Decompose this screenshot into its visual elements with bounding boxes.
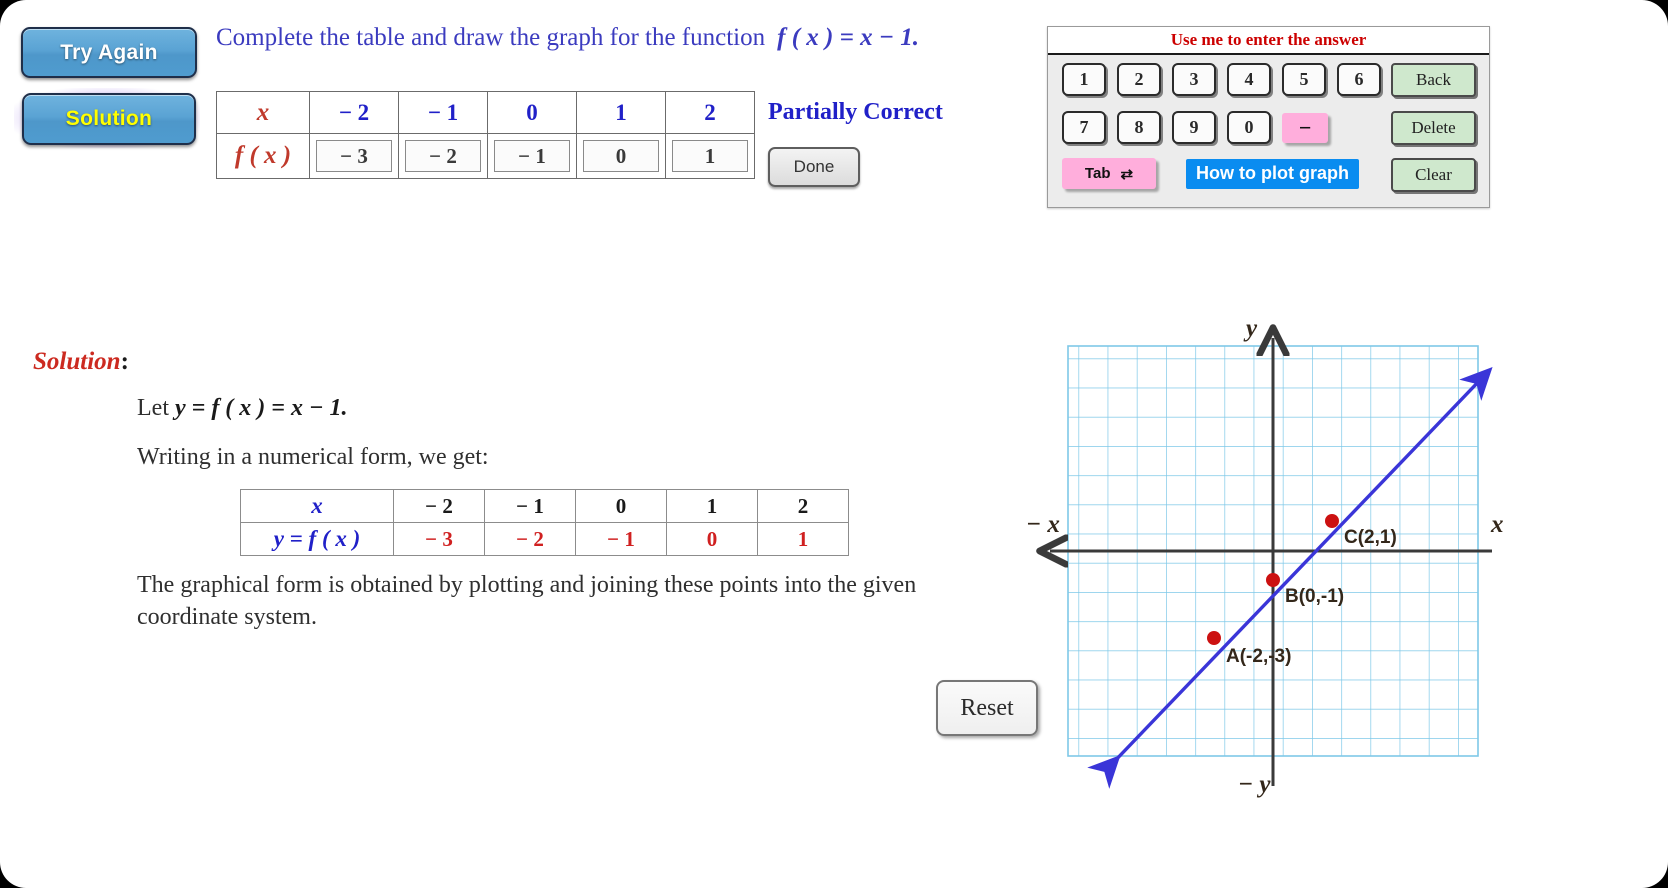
answer-input-4[interactable]: 1 bbox=[672, 140, 748, 172]
solution-writing-line: Writing in a numerical form, we get: bbox=[137, 444, 489, 470]
key-6[interactable]: 6 bbox=[1337, 63, 1381, 96]
prompt-function: f ( x ) = x − 1. bbox=[777, 24, 919, 51]
answer-input-cell[interactable]: − 3 bbox=[309, 133, 399, 179]
key-3[interactable]: 3 bbox=[1172, 63, 1216, 96]
coordinate-graph[interactable]: A(-2,-3) B(0,-1) C(2,1) y − y x − x bbox=[1020, 300, 1520, 800]
solution-paragraph: The graphical form is obtained by plotti… bbox=[137, 572, 917, 630]
tab-label: Tab bbox=[1084, 165, 1111, 182]
key-minus[interactable]: − bbox=[1282, 112, 1328, 143]
solution-let-line: Let y = f ( x ) = x − 1. bbox=[137, 395, 348, 422]
solution-y-cell: 0 bbox=[666, 522, 758, 556]
answer-input-cell[interactable]: − 2 bbox=[398, 133, 488, 179]
solution-let-equation: y = f ( x ) = x − 1. bbox=[174, 395, 348, 421]
solution-x-cell: 1 bbox=[666, 489, 758, 523]
prompt-text: Complete the table and draw the graph fo… bbox=[216, 24, 919, 52]
try-again-label: Try Again bbox=[60, 40, 158, 64]
key-1[interactable]: 1 bbox=[1062, 63, 1106, 96]
keypad-clear-row: Clear bbox=[1391, 158, 1476, 192]
keypad-digit-row-2: 7 8 9 0 − bbox=[1062, 111, 1328, 144]
try-again-button[interactable]: Try Again bbox=[21, 27, 197, 78]
answer-row-label-x: x bbox=[216, 91, 310, 134]
point-C[interactable] bbox=[1325, 514, 1339, 528]
answer-input-1[interactable]: − 2 bbox=[405, 140, 481, 172]
solution-y-cell: − 2 bbox=[484, 522, 576, 556]
answer-input-cell[interactable]: 1 bbox=[665, 133, 755, 179]
point-label-C: C(2,1) bbox=[1344, 527, 1397, 548]
answer-table: x − 2 − 1 0 1 2 f ( x ) − 3 − 2 − 1 0 1 bbox=[216, 91, 755, 179]
tab-swap-icon: ⇄ bbox=[1120, 165, 1134, 183]
app-root: Try Again Solution Complete the table an… bbox=[0, 0, 1668, 888]
key-5[interactable]: 5 bbox=[1282, 63, 1326, 96]
answer-x-cell: − 1 bbox=[398, 91, 488, 134]
solution-row-label-y: y = f ( x ) bbox=[240, 522, 394, 556]
key-8[interactable]: 8 bbox=[1117, 111, 1161, 144]
done-label: Done bbox=[793, 157, 835, 176]
key-clear[interactable]: Clear bbox=[1391, 158, 1476, 192]
axis-label-x-positive: x bbox=[1490, 511, 1504, 538]
solution-label: Solution bbox=[65, 107, 153, 130]
done-button[interactable]: Done bbox=[768, 147, 860, 187]
keypad-delete-row: Delete bbox=[1391, 111, 1476, 145]
solution-table-x-row: x − 2 − 1 0 1 2 bbox=[240, 489, 849, 523]
solution-table-y-row: y = f ( x ) − 3 − 2 − 1 0 1 bbox=[240, 522, 849, 556]
solution-row-label-x: x bbox=[240, 489, 394, 523]
keypad-title: Use me to enter the answer bbox=[1048, 27, 1489, 55]
keypad-digit-row-1: 1 2 3 4 5 6 bbox=[1062, 63, 1392, 96]
key-7[interactable]: 7 bbox=[1062, 111, 1106, 144]
answer-input-2[interactable]: − 1 bbox=[494, 140, 570, 172]
solution-button[interactable]: Solution bbox=[22, 93, 196, 145]
answer-row-label-fx: f ( x ) bbox=[216, 133, 310, 179]
solution-x-cell: − 2 bbox=[393, 489, 485, 523]
answer-x-cell: 0 bbox=[487, 91, 577, 134]
axis-label-y-negative: − y bbox=[1238, 771, 1271, 798]
answer-input-3[interactable]: 0 bbox=[583, 140, 659, 172]
how-to-plot-graph-button[interactable]: How to plot graph bbox=[1186, 158, 1359, 189]
reset-label: Reset bbox=[960, 694, 1014, 721]
solution-y-cell: − 3 bbox=[393, 522, 485, 556]
key-0[interactable]: 0 bbox=[1227, 111, 1271, 144]
key-back[interactable]: Back bbox=[1391, 63, 1476, 97]
axis-label-y-positive: y bbox=[1243, 315, 1258, 342]
answer-x-cell: − 2 bbox=[309, 91, 399, 134]
solution-x-cell: 2 bbox=[757, 489, 849, 523]
point-label-B: B(0,-1) bbox=[1285, 586, 1344, 607]
prompt-sentence: Complete the table and draw the graph fo… bbox=[216, 24, 766, 51]
key-tab[interactable]: Tab ⇄ bbox=[1062, 158, 1156, 189]
key-4[interactable]: 4 bbox=[1227, 63, 1271, 96]
keypad-back-row: Back bbox=[1391, 63, 1476, 97]
solution-x-cell: − 1 bbox=[484, 489, 576, 523]
solution-x-cell: 0 bbox=[575, 489, 667, 523]
point-B[interactable] bbox=[1266, 573, 1280, 587]
answer-input-cell[interactable]: − 1 bbox=[487, 133, 577, 179]
answer-x-cell: 2 bbox=[665, 91, 755, 134]
solution-heading-text: Solution bbox=[33, 348, 121, 375]
solution-y-cell: − 1 bbox=[575, 522, 667, 556]
status-badge: Partially Correct bbox=[768, 99, 943, 125]
keypad-panel: Use me to enter the answer 1 2 3 4 5 6 7… bbox=[1047, 26, 1490, 208]
key-2[interactable]: 2 bbox=[1117, 63, 1161, 96]
graph-svg: A(-2,-3) B(0,-1) C(2,1) y − y x − x bbox=[1026, 315, 1504, 798]
point-label-A: A(-2,-3) bbox=[1226, 646, 1291, 667]
key-9[interactable]: 9 bbox=[1172, 111, 1216, 144]
answer-table-header-row: x − 2 − 1 0 1 2 bbox=[216, 91, 755, 134]
answer-input-0[interactable]: − 3 bbox=[316, 140, 392, 172]
solution-let-prefix: Let bbox=[137, 395, 175, 421]
solution-y-cell: 1 bbox=[757, 522, 849, 556]
keypad-bottom-row: Tab ⇄ How to plot graph bbox=[1062, 158, 1359, 189]
solution-heading-colon: : bbox=[120, 348, 129, 375]
solution-table: x − 2 − 1 0 1 2 y = f ( x ) − 3 − 2 − 1 … bbox=[240, 489, 849, 556]
solution-heading: Solution: bbox=[33, 348, 129, 376]
answer-input-cell[interactable]: 0 bbox=[576, 133, 666, 179]
key-delete[interactable]: Delete bbox=[1391, 111, 1476, 145]
point-A[interactable] bbox=[1207, 631, 1221, 645]
answer-table-input-row: f ( x ) − 3 − 2 − 1 0 1 bbox=[216, 133, 755, 179]
axis-label-x-negative: − x bbox=[1026, 511, 1060, 538]
answer-x-cell: 1 bbox=[576, 91, 666, 134]
